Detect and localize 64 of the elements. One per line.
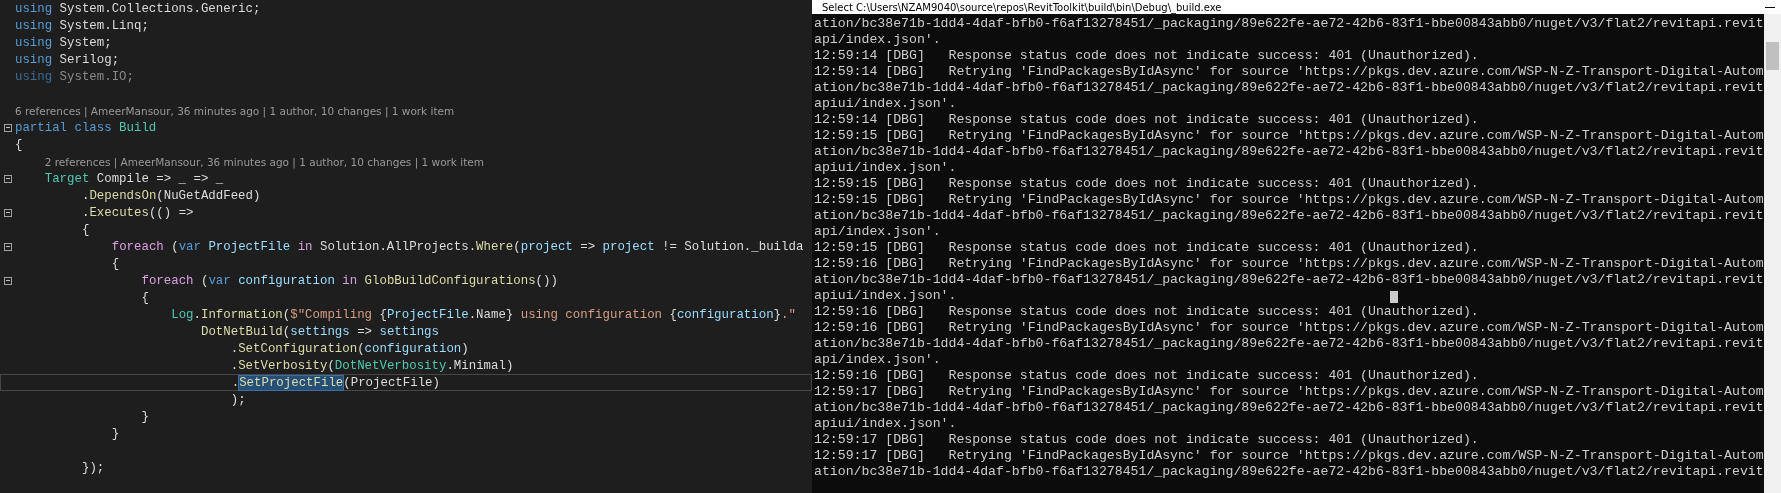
collapse-icon[interactable] (3, 174, 12, 183)
code-line: .Executes(() => (81, 205, 194, 220)
minimize-icon[interactable] (1765, 6, 1775, 8)
console-line: ation/bc38e71b-1dd4-4daf-bfb0-f6af13278451/_packaging/89e622fe-ae72-42b6-83f1-bbe00843abb0/nuget/v3/flat2/revitapi.revit (814, 144, 1764, 160)
console-line: apiui/index.json'. (814, 288, 957, 304)
collapse-icon[interactable] (3, 276, 12, 285)
code-line: { (111, 256, 120, 271)
code-line: ); (230, 392, 246, 407)
code-lens-info[interactable]: 2 references | AmeerMansour, 36 minutes ago | 1 author, 10 changes | 1 work item (44, 155, 484, 168)
console-line: 12:59:14 [DBG] Response status code does not indicate success: 401 (Unauthorized). (814, 112, 1479, 128)
console-line: api/index.json'. (814, 32, 941, 48)
code-line: }); (81, 460, 105, 475)
code-line: foreach (var ProjectFile in Solution.AllProjects.Where(project => project != Solution._builda (111, 239, 804, 254)
code-line: Target Compile => _ => _ (44, 171, 224, 186)
console-line: apiui/index.json'. (814, 160, 957, 176)
console-line: api/index.json'. (814, 224, 941, 240)
code-line: partial class Build (15, 120, 157, 135)
code-line: .SetVerbosity(DotNetVerbosity.Minimal) (230, 358, 514, 373)
scrollbar[interactable] (1764, 14, 1781, 493)
console-line: api/index.json'. (814, 352, 941, 368)
text-cursor (1390, 291, 1398, 303)
code-line: .DependsOn(NuGetAddFeed) (81, 188, 261, 203)
console-line: 12:59:15 [DBG] Retrying 'FindPackagesByIdAsync' for source 'https://pkgs.dev.azure.com/WSP-N-Z-Transport-Digital-Autom (814, 128, 1764, 144)
code-line: } (141, 409, 149, 424)
scrollbar-thumb[interactable] (1766, 42, 1779, 70)
console-line: 12:59:16 [DBG] Retrying 'FindPackagesByIdAsync' for source 'https://pkgs.dev.azure.com/WSP-N-Z-Transport-Digital-Autom (814, 256, 1764, 272)
code-line: using System; (15, 35, 112, 50)
console-line: 12:59:15 [DBG] Retrying 'FindPackagesByIdAsync' for source 'https://pkgs.dev.azure.com/WSP-N-Z-Transport-Digital-Autom (814, 192, 1764, 208)
code-line: .SetConfiguration(configuration) (230, 341, 469, 356)
console-line: 12:59:16 [DBG] Response status code does not indicate success: 401 (Unauthorized). (814, 304, 1479, 320)
console-line: ation/bc38e71b-1dd4-4daf-bfb0-f6af13278451/_packaging/89e622fe-ae72-42b6-83f1-bbe00843abb0/nuget/v3/flat2/revitapi.revit (814, 80, 1764, 96)
code-lens-info[interactable]: 6 references | AmeerMansour, 36 minutes ago | 1 author, 10 changes | 1 work item (15, 104, 455, 117)
console-line: 12:59:14 [DBG] Retrying 'FindPackagesByIdAsync' for source 'https://pkgs.dev.azure.com/WSP-N-Z-Transport-Digital-Autom (814, 64, 1764, 80)
code-line: using System.IO; (15, 69, 134, 84)
code-line: using Serilog; (15, 52, 120, 67)
code-line: { (15, 137, 23, 152)
code-line: Log.Information($"Compiling {ProjectFile.Name} using configuration {configuration}." (171, 307, 796, 322)
code-line: foreach (var configuration in GlobBuildConfigurations()) (141, 273, 558, 288)
console-line: apiui/index.json'. (814, 416, 957, 432)
console-line: apiui/index.json'. (814, 96, 957, 112)
console-line: ation/bc38e71b-1dd4-4daf-bfb0-f6af13278451/_packaging/89e622fe-ae72-42b6-83f1-bbe00843abb0/nuget/v3/flat2/revitapi.revit (814, 400, 1764, 416)
console-line: 12:59:16 [DBG] Retrying 'FindPackagesByIdAsync' for source 'https://pkgs.dev.azure.com/WSP-N-Z-Transport-Digital-Autom (814, 320, 1764, 336)
console-line: ation/bc38e71b-1dd4-4daf-bfb0-f6af13278451/_packaging/89e622fe-ae72-42b6-83f1-bbe00843abb0/nuget/v3/flat2/revitapi.revit (814, 464, 1764, 480)
console-line: 12:59:14 [DBG] Response status code does not indicate success: 401 (Unauthorized). (814, 48, 1479, 64)
console-line: 12:59:15 [DBG] Response status code does not indicate success: 401 (Unauthorized). (814, 240, 1479, 256)
console-line: 12:59:17 [DBG] Response status code does not indicate success: 401 (Unauthorized). (814, 432, 1479, 448)
code-line: { (81, 222, 90, 237)
console-line: 12:59:17 [DBG] Retrying 'FindPackagesByIdAsync' for source 'https://pkgs.dev.azure.com/WSP-N-Z-Transport-Digital-Autom (814, 384, 1764, 400)
console-line: ation/bc38e71b-1dd4-4daf-bfb0-f6af13278451/_packaging/89e622fe-ae72-42b6-83f1-bbe00843abb0/nuget/v3/flat2/revitapi.revit (814, 272, 1764, 288)
collapse-icon[interactable] (3, 123, 12, 132)
window-title: Select C:\Users\NZAM9040\source\repos\RevitToolkit\build\bin\Debug\_build.exe (822, 1, 1222, 13)
console-line: 12:59:15 [DBG] Response status code does not indicate success: 401 (Unauthorized). (814, 176, 1479, 192)
code-line: { (141, 290, 149, 305)
collapse-icon[interactable] (3, 242, 12, 251)
console-line: ation/bc38e71b-1dd4-4daf-bfb0-f6af13278451/_packaging/89e622fe-ae72-42b6-83f1-bbe00843abb0/nuget/v3/flat2/revitapi.revit (814, 336, 1764, 352)
code-line: DotNetBuild(settings => settings (201, 324, 439, 339)
code-line: using System.Collections.Generic; (15, 1, 261, 16)
code-line: using System.Linq; (15, 18, 149, 33)
console-line: 12:59:17 [DBG] Retrying 'FindPackagesByIdAsync' for source 'https://pkgs.dev.azure.com/WSP-N-Z-Transport-Digital-Autom (814, 448, 1764, 464)
code-line: } (111, 426, 120, 441)
console-line: ation/bc38e71b-1dd4-4daf-bfb0-f6af13278451/_packaging/89e622fe-ae72-42b6-83f1-bbe00843abb0/nuget/v3/flat2/revitapi.revit (814, 208, 1764, 224)
console-line: ation/bc38e71b-1dd4-4daf-bfb0-f6af13278451/_packaging/89e622fe-ae72-42b6-83f1-bbe00843abb0/nuget/v3/flat2/revitapi.revit (814, 16, 1764, 32)
console-line: 12:59:16 [DBG] Response status code does not indicate success: 401 (Unauthorized). (814, 368, 1479, 384)
collapse-icon[interactable] (3, 208, 12, 217)
